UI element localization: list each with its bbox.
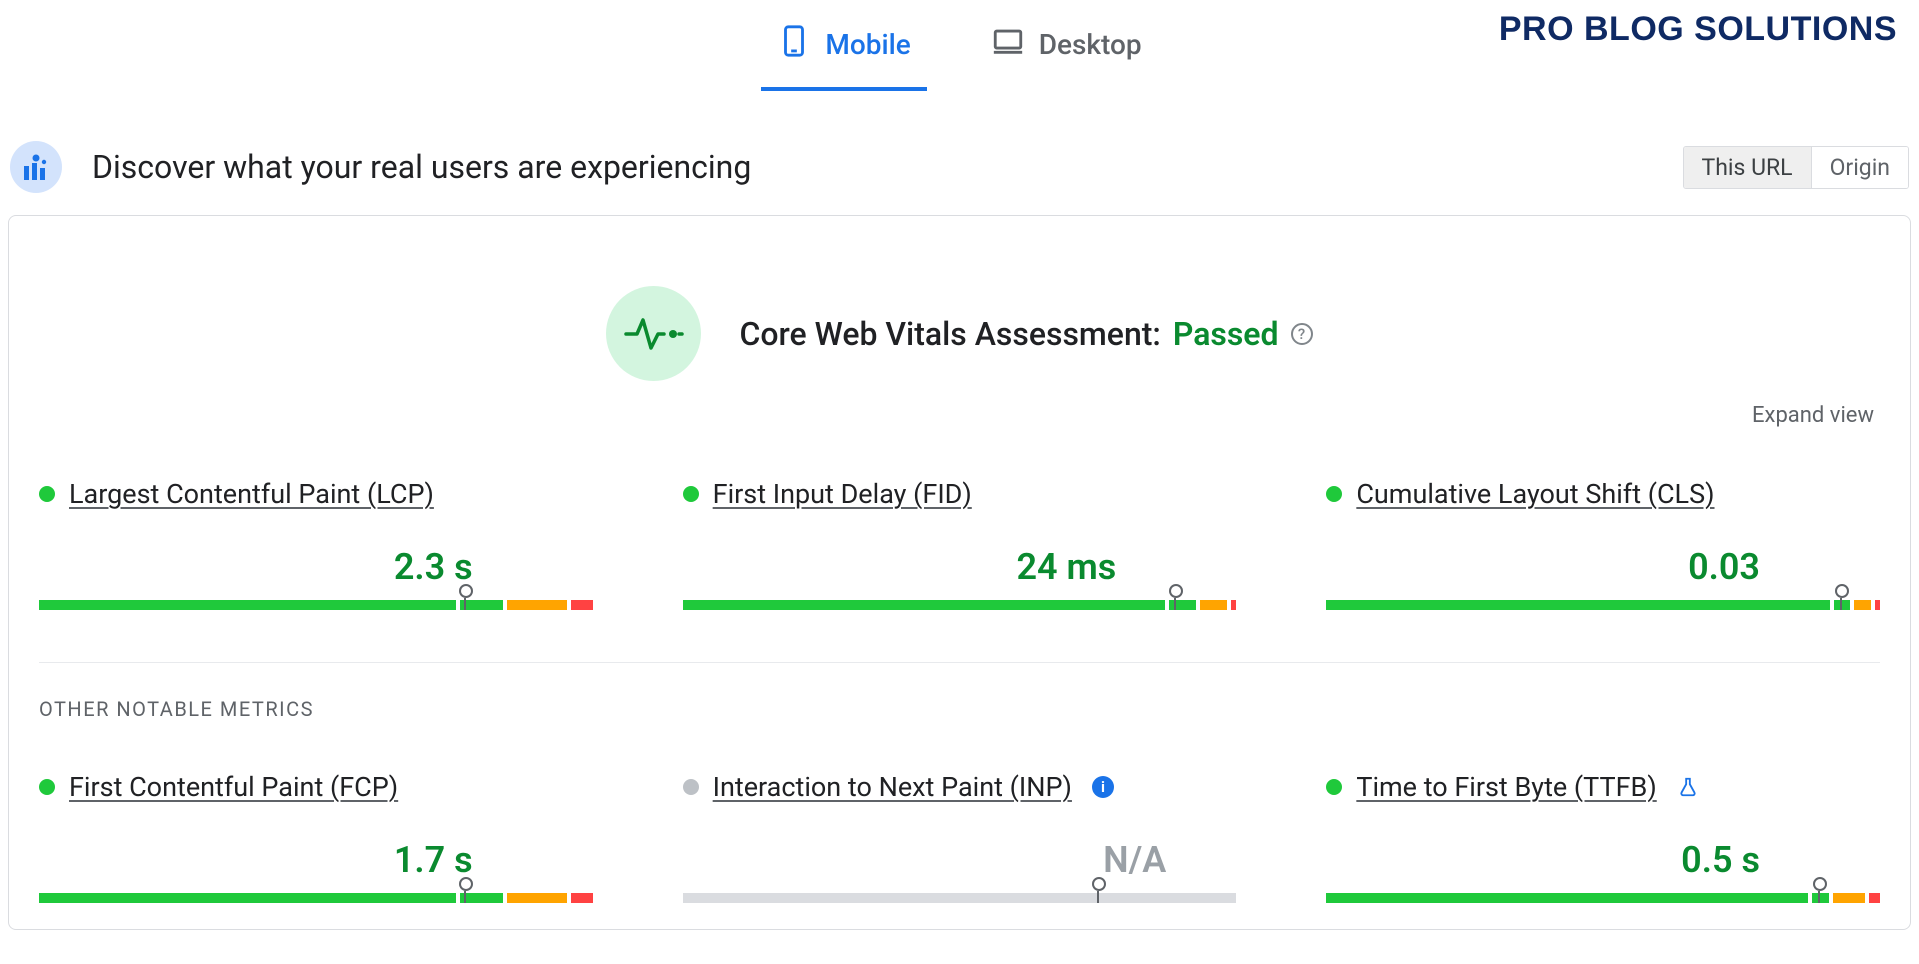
status-dot	[39, 779, 55, 795]
bar-segment	[39, 600, 456, 610]
status-dot	[683, 486, 699, 502]
metric-value: 2.3 s	[39, 546, 593, 588]
bar-segment	[460, 600, 503, 610]
metric-name-link[interactable]: First Input Delay (FID)	[713, 478, 972, 510]
help-icon[interactable]: ?	[1291, 323, 1313, 345]
bar-segment	[1854, 600, 1870, 610]
metric-name-link[interactable]: Largest Contentful Paint (LCP)	[69, 478, 434, 510]
metric-cls: Cumulative Layout Shift (CLS) 0.03	[1326, 478, 1880, 610]
metric-value: N/A	[683, 839, 1237, 881]
metric-lcp: Largest Contentful Paint (LCP) 2.3 s	[39, 478, 593, 610]
metric-value: 0.03	[1326, 546, 1880, 588]
bar-segment	[1326, 600, 1830, 610]
mobile-icon	[777, 24, 811, 65]
metric-value: 24 ms	[683, 546, 1237, 588]
core-metrics-grid: Largest Contentful Paint (LCP) 2.3 s First…	[39, 478, 1880, 610]
metric-name-link[interactable]: Cumulative Layout Shift (CLS)	[1356, 478, 1714, 510]
bar-segment	[507, 893, 567, 903]
distribution-bar	[39, 600, 593, 610]
scope-toggle: This URL Origin	[1683, 146, 1909, 189]
bar-segment	[1875, 600, 1880, 610]
bar-segment	[571, 600, 593, 610]
status-dot	[683, 779, 699, 795]
tab-desktop-label: Desktop	[1039, 28, 1142, 61]
scope-origin[interactable]: Origin	[1811, 147, 1908, 188]
metric-value: 1.7 s	[39, 839, 593, 881]
bar-segment	[507, 600, 567, 610]
metric-value: 0.5 s	[1326, 839, 1880, 881]
status-dot	[1326, 779, 1342, 795]
bar-segment	[1812, 893, 1828, 903]
metric-name-link[interactable]: Interaction to Next Paint (INP)	[713, 771, 1072, 803]
tab-mobile[interactable]: Mobile	[767, 6, 920, 91]
tab-mobile-label: Mobile	[825, 28, 910, 61]
bar-segment	[39, 893, 456, 903]
distribution-bar	[683, 600, 1237, 610]
distribution-bar	[1326, 893, 1880, 903]
bar-segment	[683, 893, 1237, 903]
bar-segment	[1834, 600, 1850, 610]
assessment-prefix: Core Web Vitals Assessment:	[739, 315, 1160, 353]
status-dot	[1326, 486, 1342, 502]
info-icon[interactable]: i	[1092, 776, 1114, 798]
device-tabs: Mobile Desktop	[767, 6, 1151, 91]
metric-fcp: First Contentful Paint (FCP) 1.7 s	[39, 771, 593, 903]
bar-segment	[1169, 600, 1196, 610]
bar-segment	[683, 600, 1165, 610]
crux-icon	[10, 141, 62, 193]
metric-inp: Interaction to Next Paint (INP) i N/A	[683, 771, 1237, 903]
metric-name-link[interactable]: Time to First Byte (TTFB)	[1356, 771, 1656, 803]
scope-this-url[interactable]: This URL	[1684, 147, 1811, 188]
flask-icon	[1677, 776, 1699, 798]
desktop-icon	[991, 24, 1025, 65]
distribution-bar	[1326, 600, 1880, 610]
brand-logo: PRO BLOG SOLUTIONS	[1499, 10, 1897, 49]
metric-name-link[interactable]: First Contentful Paint (FCP)	[69, 771, 398, 803]
bar-segment	[1200, 600, 1227, 610]
bar-segment	[460, 893, 503, 903]
other-metrics-grid: First Contentful Paint (FCP) 1.7 s Interac…	[39, 771, 1880, 903]
assessment-text: Core Web Vitals Assessment: Passed ?	[739, 315, 1312, 353]
bar-segment	[1231, 600, 1236, 610]
bar-segment	[1869, 893, 1880, 903]
metric-ttfb: Time to First Byte (TTFB) 0.5 s	[1326, 771, 1880, 903]
bar-segment	[1833, 893, 1866, 903]
page-title: Discover what your real users are experi…	[92, 148, 751, 186]
distribution-bar	[39, 893, 593, 903]
bar-segment	[571, 893, 593, 903]
field-data-panel: Core Web Vitals Assessment: Passed ? Exp…	[8, 215, 1911, 930]
assessment-status: Passed	[1173, 315, 1279, 353]
expand-view-link[interactable]: Expand view	[39, 403, 1874, 428]
section-other-label: OTHER NOTABLE METRICS	[39, 697, 1880, 721]
pulse-icon	[606, 286, 701, 381]
metric-fid: First Input Delay (FID) 24 ms	[683, 478, 1237, 610]
status-dot	[39, 486, 55, 502]
bar-segment	[1326, 893, 1808, 903]
distribution-bar	[683, 893, 1237, 903]
divider	[39, 662, 1880, 663]
tab-desktop[interactable]: Desktop	[981, 6, 1152, 91]
